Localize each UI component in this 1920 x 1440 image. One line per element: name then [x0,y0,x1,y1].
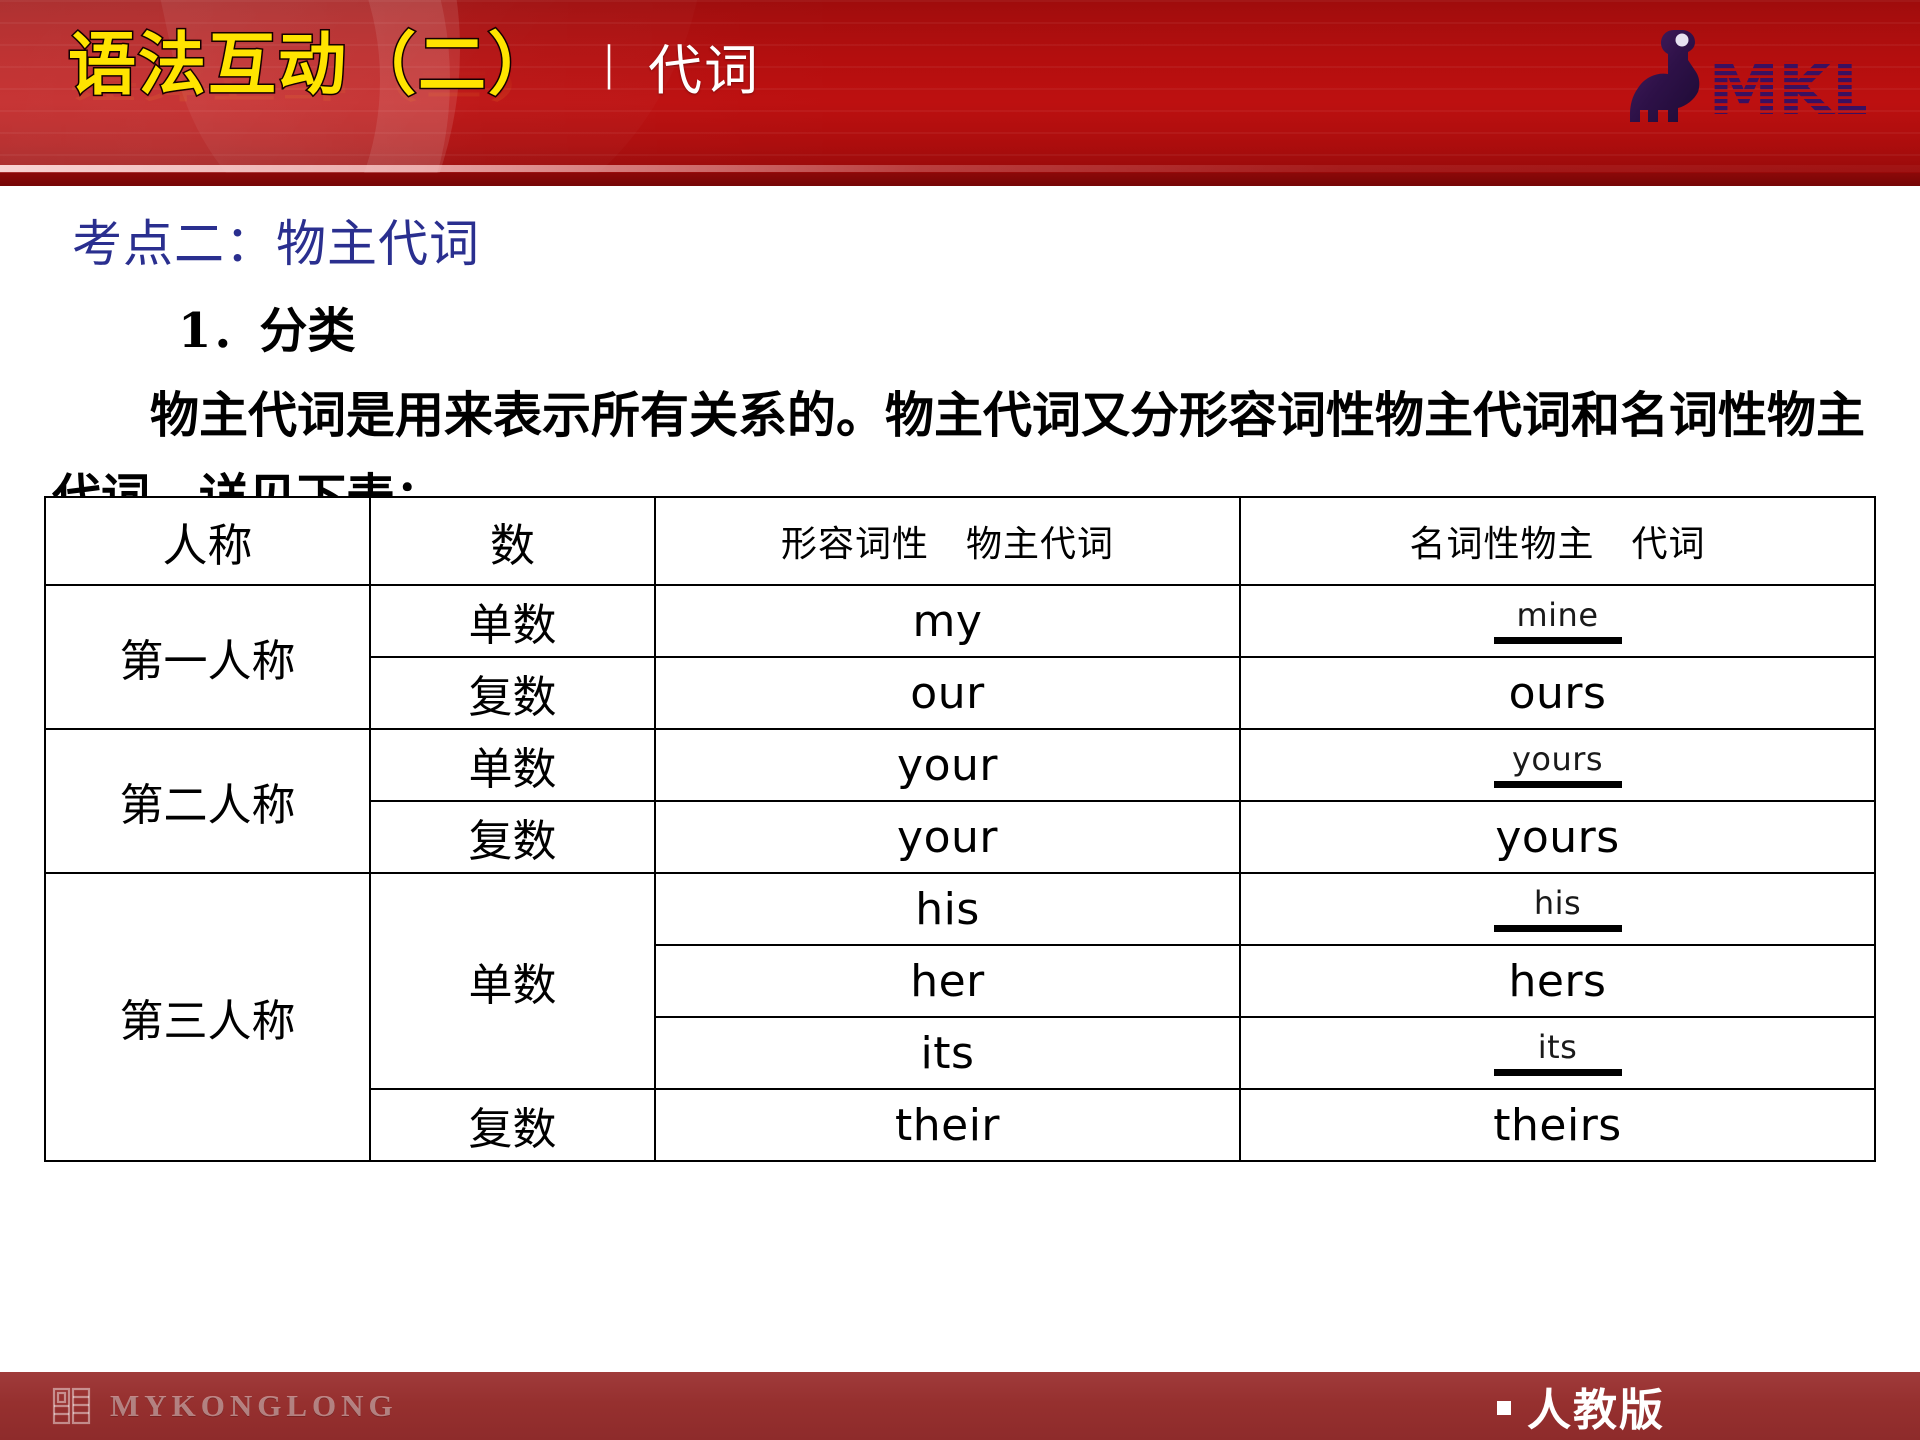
column-header-noun-possessive: 名词性物主 代词 [1239,496,1876,586]
cell-number-plural: 复数 [369,656,656,730]
blank-underline [1493,636,1622,644]
slide-header-banner: 语法互动（二） 语法互动（二） | 代词 MKL [0,0,1920,186]
blank-answer-group: his [1493,883,1622,932]
slide-footer: MYKONGLONG 人教版 [0,1372,1920,1440]
cell-noun-his-blank: his [1239,872,1876,946]
cell-adjective-your-sg: your [654,728,1241,802]
footer-edition-text: 人教版 [1527,1385,1665,1436]
cell-number-singular: 单数 [369,584,656,658]
blank-underline [1493,780,1622,788]
cell-adjective-his: his [654,872,1241,946]
cell-person-second: 第二人称 [44,728,371,874]
point-number-label: 1．分类 [178,303,356,359]
square-bullet-icon [1497,1401,1511,1415]
cell-adjective-my: my [654,584,1241,658]
blank-answer-group: its [1493,1027,1622,1076]
blank-answer-text: its [1537,1027,1578,1066]
column-header-number: 数 [369,496,656,586]
paragraph-line-1: 物主代词是用来表示所有关系的。物主代词又分形容词性物 [150,386,1425,444]
table-row: 第二人称 单数 your yours [44,728,1876,874]
slide-title-main: 语法互动（二） [66,25,559,106]
cell-noun-ours: ours [1239,656,1876,730]
blank-answer-text: yours [1511,739,1604,778]
blank-answer-group: yours [1493,739,1622,788]
cell-noun-hers: hers [1239,944,1876,1018]
header-highlight-stripe [0,165,1920,172]
cell-adjective-our: our [654,656,1241,730]
cell-adjective-their: their [654,1088,1241,1162]
svg-text:MKL: MKL [1708,47,1866,130]
title-separator: | [604,33,615,90]
cell-adjective-her: her [654,944,1241,1018]
dinosaur-icon [1630,30,1700,122]
mkl-logo-svg: MKL [1630,30,1866,130]
cell-adjective-your-pl: your [654,800,1241,874]
blank-underline [1493,1068,1622,1076]
cell-person-first: 第一人称 [44,584,371,730]
footer-brand-text: MYKONGLONG [110,1388,398,1423]
slide-title-group: 语法互动（二） | 代词 [66,25,761,106]
table-row: 第一人称 单数 my mine [44,584,1876,730]
blank-answer-text: his [1533,883,1582,922]
cell-number-plural: 复数 [369,800,656,874]
cell-noun-mine: mine [1239,584,1876,658]
table-body: 第一人称 单数 my mine 复数 our ours 第二人称 单数 your… [44,584,1876,1162]
blank-answer-text: mine [1516,595,1599,634]
section-heading: 考点二：物主代词 [72,215,480,273]
blank-underline [1493,924,1622,932]
cell-noun-its-blank: its [1239,1016,1876,1090]
slide-title-sub: 代词 [648,39,761,102]
table-row: 第三人称 单数 his his [44,872,1876,1162]
cell-noun-yours-blank: yours [1239,728,1876,802]
footer-brand-group: MYKONGLONG [0,1384,398,1428]
table-header-row: 人称 数 形容词性 物主代词 名词性物主 代词 [44,496,1876,586]
cell-noun-theirs: theirs [1239,1088,1876,1162]
header-bottom-band [0,173,1920,186]
blank-answer-group: mine [1493,595,1622,644]
mkl-logo-text: MKL [1708,47,1866,130]
cell-person-third: 第三人称 [44,872,371,1162]
cell-number-singular: 单数 [369,728,656,802]
cell-noun-yours: yours [1239,800,1876,874]
column-header-adjective-possessive: 形容词性 物主代词 [654,496,1241,586]
cell-adjective-its: its [654,1016,1241,1090]
table-header-row-group: 人称 数 形容词性 物主代词 名词性物主 代词 [44,496,1876,586]
seal-logo-icon [52,1387,91,1425]
mkl-logo: MKL [1616,22,1866,130]
column-header-person: 人称 [44,496,371,586]
cell-number-plural: 复数 [369,1088,656,1162]
slide-body: 考点二：物主代词 1．分类 物主代词是用来表示所有关系的。物主代词又分形容词性物… [0,186,1920,1358]
footer-edition-group: 人教版 [1497,1374,1920,1438]
cell-number-singular: 单数 [369,872,656,1090]
possessive-pronoun-table: 人称 数 形容词性 物主代词 名词性物主 代词 第一人称 单数 my mine [44,496,1876,1162]
